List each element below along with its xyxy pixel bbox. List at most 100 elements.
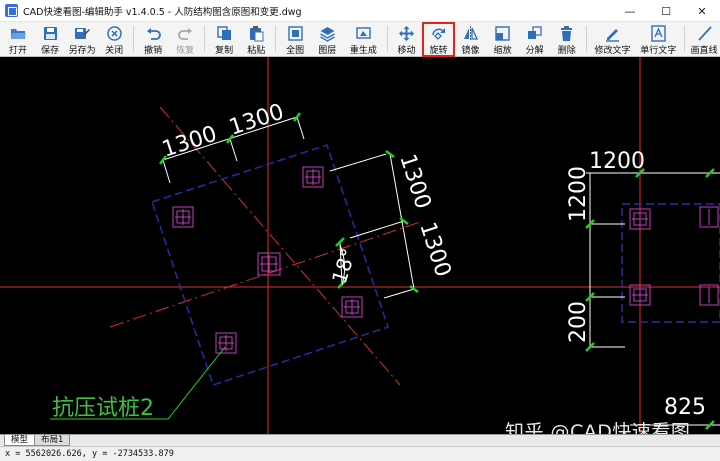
- paste-label: 粘贴: [247, 46, 266, 56]
- title-bar: CAD快速看图-编辑助手 v1.4.0.5 - 人防结构图含原图和变更.dwg …: [0, 0, 720, 22]
- minimize-button[interactable]: —: [612, 0, 648, 22]
- dim-right-block-left-1: 1200: [566, 166, 591, 222]
- redo-button[interactable]: 恢复: [169, 22, 201, 57]
- draw-line-button[interactable]: 画直线: [688, 22, 720, 57]
- save-label: 保存: [41, 46, 60, 56]
- explode-button[interactable]: 分解: [519, 22, 551, 57]
- pile-9: [699, 284, 719, 306]
- toolbar-separator: [386, 26, 388, 52]
- dim-right-block-top: 1200: [589, 149, 645, 174]
- delete-label: 删除: [557, 46, 576, 56]
- pile-8: [699, 206, 719, 228]
- watermark: 知乎 @CAD快速看图: [505, 421, 691, 434]
- close-window-button[interactable]: ✕: [684, 0, 720, 22]
- pile-5: [215, 332, 237, 354]
- drawing-canvas[interactable]: 1300 1300 1300 1300 18° 1200 1200 200 82…: [0, 57, 720, 434]
- draw-line-icon: [697, 26, 712, 41]
- dimension-texts: 1300 1300 1300 1300 18° 1200 1200 200 82…: [159, 100, 706, 420]
- rotate-icon: [432, 28, 445, 40]
- explode-label: 分解: [525, 46, 544, 56]
- fit-all-icon: [287, 26, 303, 41]
- draw-line-label: 画直线: [690, 46, 718, 56]
- paste-button[interactable]: 粘贴: [240, 22, 272, 57]
- toolbar: 打开 保存 另存为 关闭 撤销 恢复 复制 粘贴 全图 图层 重生成 移动 旋转…: [0, 22, 720, 57]
- toolbar-separator: [275, 26, 277, 52]
- toolbar-separator: [585, 26, 587, 52]
- explode-icon: [528, 26, 542, 39]
- regenerate-label: 重生成: [349, 46, 377, 56]
- undo-button[interactable]: 撤销: [137, 22, 169, 57]
- status-bar: x = 5562026.626, y = -2734533.879: [0, 446, 720, 461]
- tab-model[interactable]: 模型: [4, 435, 36, 446]
- layers-icon: [319, 27, 335, 42]
- copy-icon: [216, 26, 231, 40]
- redo-label: 恢复: [176, 46, 195, 56]
- copy-label: 复制: [215, 46, 234, 56]
- pile-2: [302, 166, 324, 188]
- undo-label: 撤销: [144, 46, 163, 56]
- scale-label: 缩放: [493, 46, 512, 56]
- pile-label: 抗压试桩2: [52, 396, 154, 421]
- close-circle-icon: [106, 26, 122, 41]
- delete-icon: [561, 26, 573, 41]
- close-file-label: 关闭: [105, 46, 124, 56]
- toolbar-separator: [133, 26, 135, 52]
- rotate-label: 旋转: [429, 46, 448, 56]
- move-icon: [398, 26, 414, 41]
- window-controls: — ☐ ✕: [612, 0, 720, 22]
- edit-text-label: 修改文字: [594, 46, 631, 56]
- mirror-icon: [464, 26, 479, 41]
- mirror-label: 镜像: [461, 46, 480, 56]
- single-line-text-button[interactable]: 单行文字: [635, 22, 681, 57]
- move-label: 移动: [397, 46, 416, 56]
- dim-top-1: 1300: [159, 122, 220, 163]
- dim-right-1: 1300: [394, 151, 435, 212]
- rotate-button[interactable]: 旋转: [422, 22, 455, 57]
- save-disk-icon: [43, 27, 57, 40]
- single-line-text-icon: [651, 25, 666, 42]
- app-icon: [5, 4, 18, 17]
- delete-button[interactable]: 删除: [551, 22, 583, 57]
- save-as-label: 另存为: [68, 46, 96, 56]
- regenerate-icon: [356, 27, 371, 39]
- cad-drawing: 1300 1300 1300 1300 18° 1200 1200 200 82…: [0, 57, 720, 434]
- paste-icon: [249, 26, 264, 42]
- toolbar-separator: [204, 26, 206, 52]
- save-as-button[interactable]: 另存为: [66, 22, 98, 57]
- layers-label: 图层: [318, 46, 337, 56]
- scale-button[interactable]: 缩放: [487, 22, 519, 57]
- pile-6: [629, 208, 651, 230]
- save-as-icon: [74, 28, 90, 39]
- pile-7: [629, 284, 651, 306]
- dim-right-block-left-2: 200: [566, 301, 591, 343]
- tab-layout1[interactable]: 布局1: [34, 435, 71, 446]
- dim-right-2: 1300: [414, 219, 455, 280]
- scale-icon: [495, 26, 510, 41]
- toolbar-separator: [684, 26, 686, 52]
- move-button[interactable]: 移动: [390, 22, 422, 57]
- redo-icon: [177, 28, 192, 40]
- open-label: 打开: [9, 46, 28, 56]
- open-folder-icon: [10, 29, 26, 39]
- close-file-button[interactable]: 关闭: [98, 22, 130, 57]
- edit-text-button[interactable]: 修改文字: [590, 22, 636, 57]
- open-button[interactable]: 打开: [2, 22, 34, 57]
- regenerate-button[interactable]: 重生成: [343, 22, 383, 57]
- pile-3: [257, 252, 281, 276]
- single-line-text-label: 单行文字: [640, 46, 677, 56]
- edit-text-icon: [606, 29, 620, 42]
- window-title: CAD快速看图-编辑助手 v1.4.0.5 - 人防结构图含原图和变更.dwg: [23, 6, 302, 18]
- layout-tabs: 模型 布局1: [0, 434, 720, 446]
- fit-all-label: 全图: [286, 46, 305, 56]
- maximize-button[interactable]: ☐: [648, 0, 684, 22]
- dim-top-2: 1300: [226, 100, 287, 141]
- undo-icon: [146, 28, 161, 40]
- mirror-button[interactable]: 镜像: [455, 22, 487, 57]
- copy-button[interactable]: 复制: [208, 22, 240, 57]
- layers-button[interactable]: 图层: [311, 22, 343, 57]
- save-button[interactable]: 保存: [34, 22, 66, 57]
- pile-1: [172, 206, 194, 228]
- coordinate-readout: x = 5562026.626, y = -2734533.879: [5, 449, 174, 459]
- pile-4: [341, 296, 363, 318]
- fit-all-button[interactable]: 全图: [279, 22, 311, 57]
